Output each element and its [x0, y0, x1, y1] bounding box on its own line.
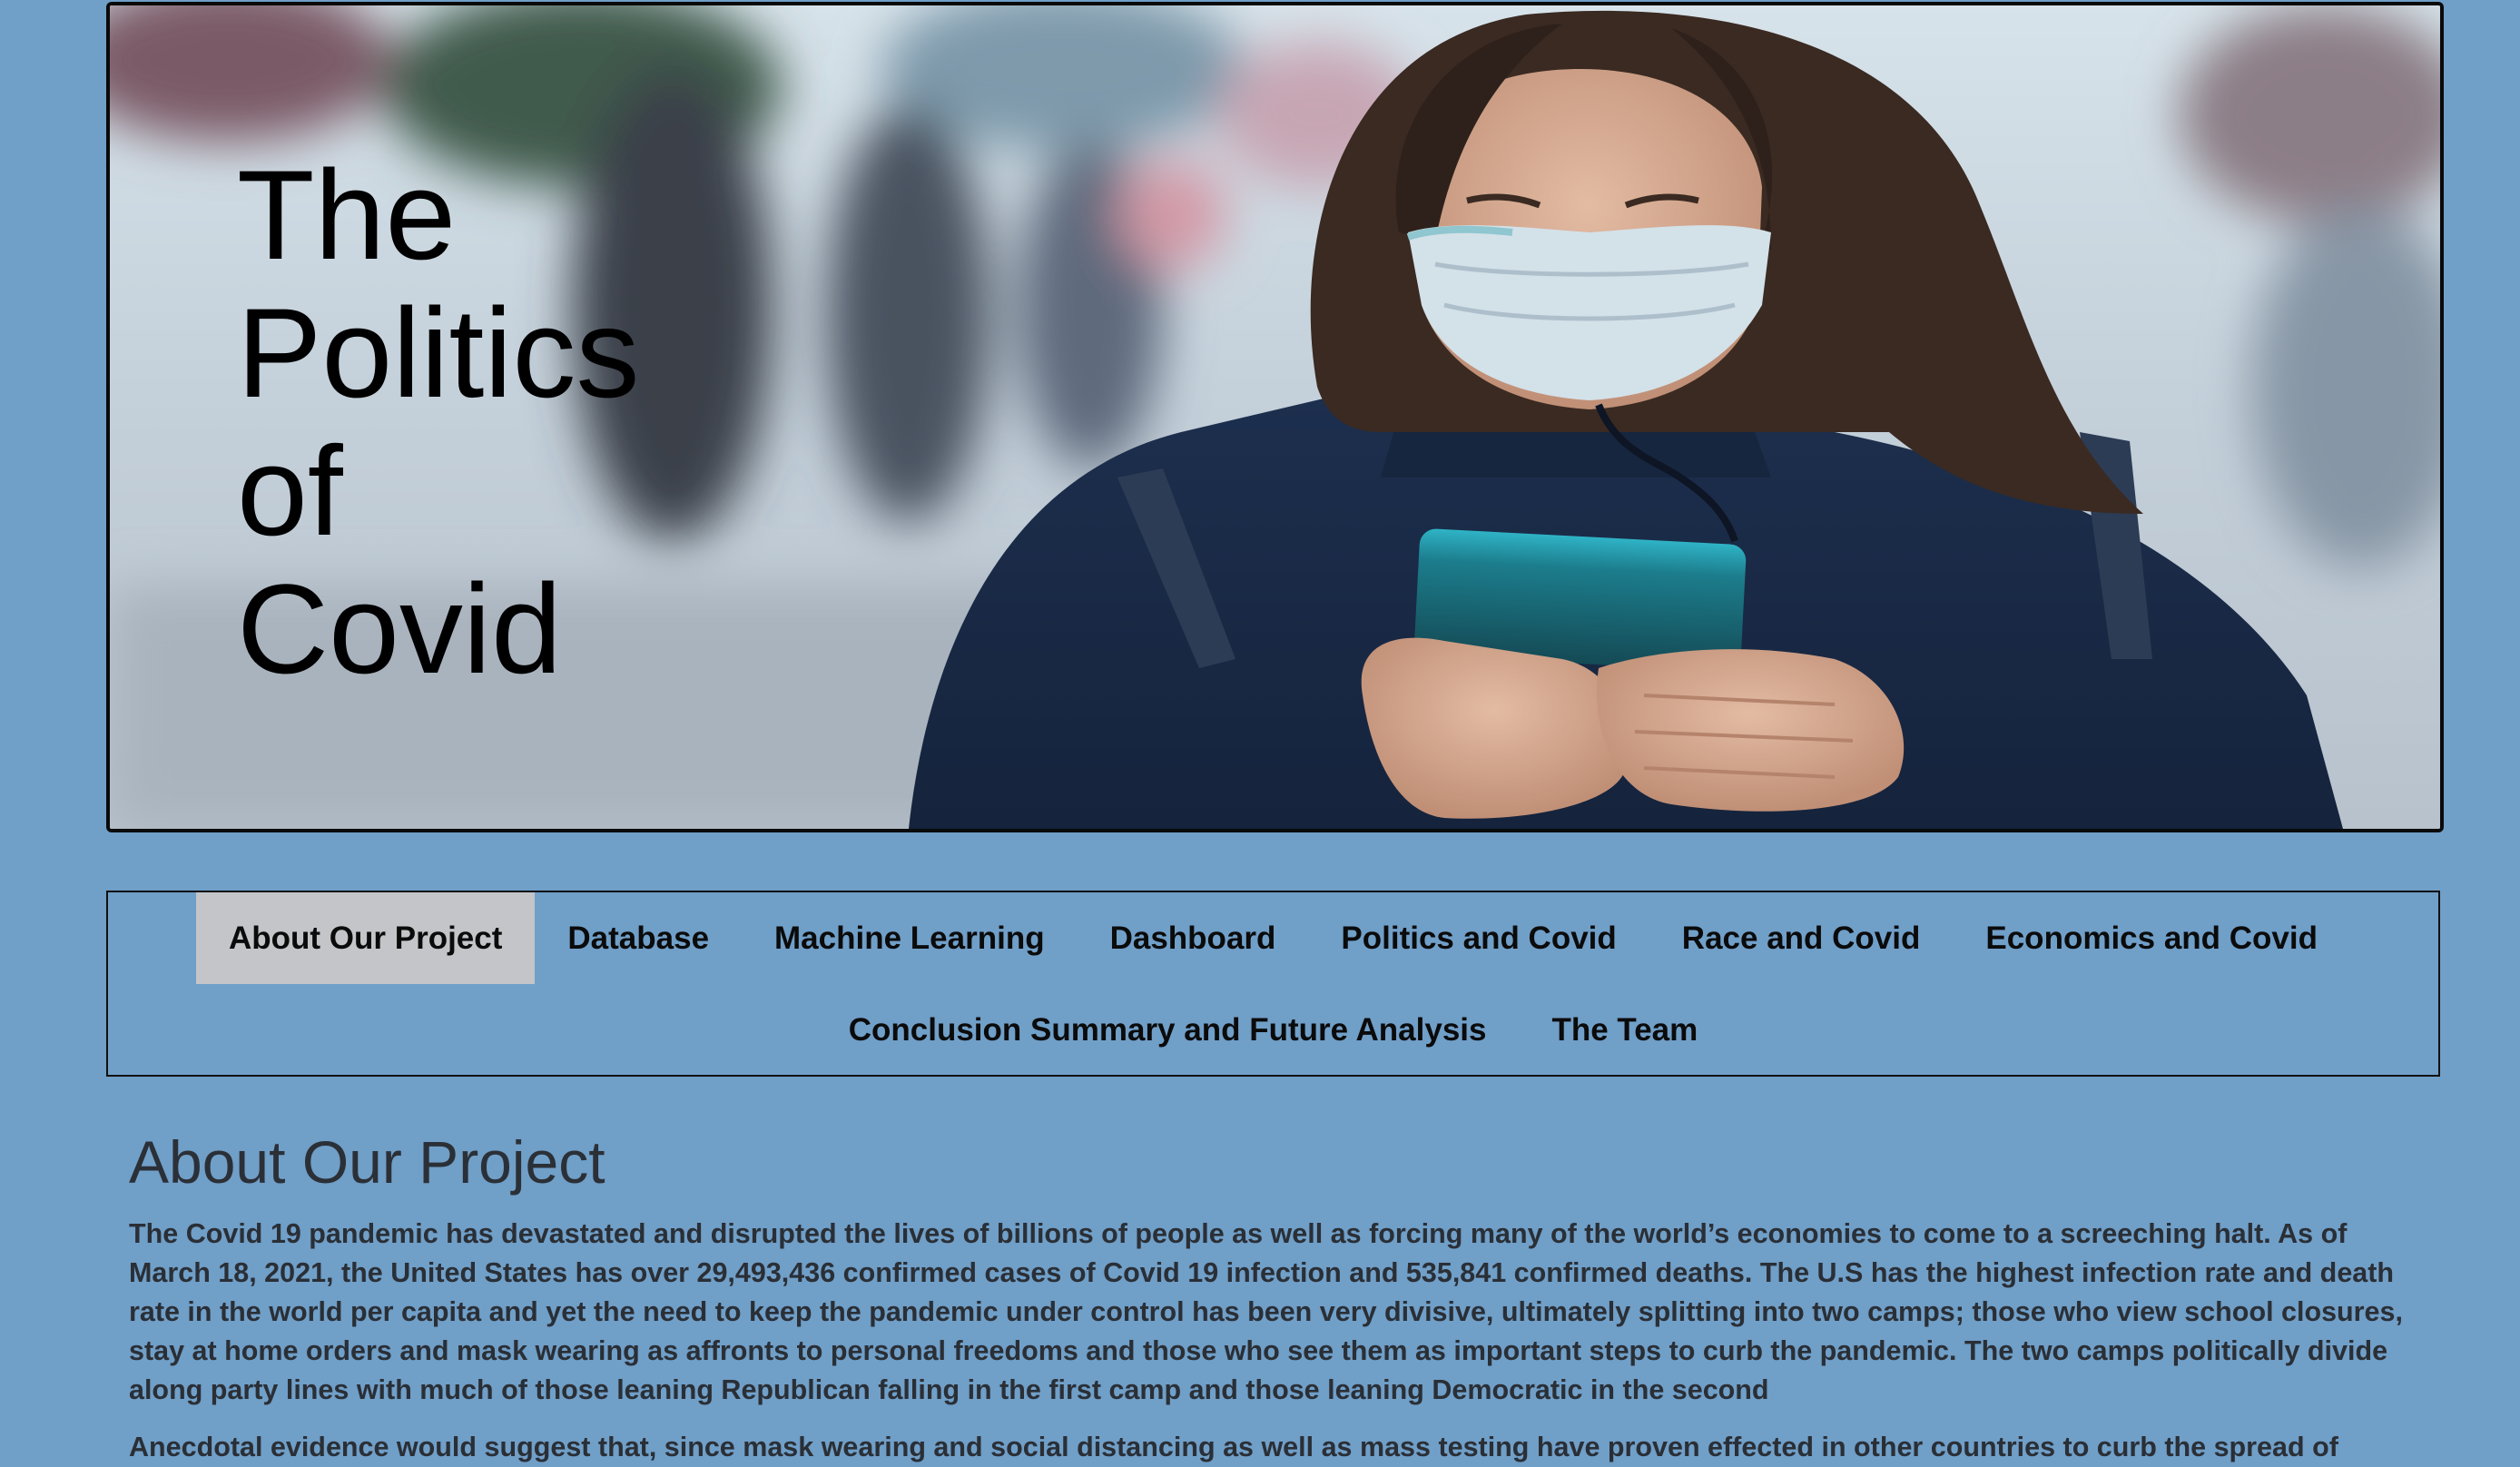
nav-item-the-team[interactable]: The Team: [1519, 984, 1730, 1076]
nav-item-economics-and-covid[interactable]: Economics and Covid: [1953, 892, 2350, 984]
hero-banner: The Politics of Covid: [106, 2, 2444, 832]
nav-row: Conclusion Summary and Future Analysis T…: [108, 984, 2438, 1076]
hero-title: The Politics of Covid: [237, 146, 639, 698]
hero-title-line: Covid: [237, 557, 562, 700]
page-heading: About Our Project: [129, 1128, 605, 1196]
second-paragraph: Anecdotal evidence would suggest that, s…: [129, 1432, 2338, 1462]
hero-title-line: The: [237, 143, 457, 286]
main-content: About Our Project The Covid 19 pandemic …: [129, 1126, 2435, 1467]
nav-item-about-our-project[interactable]: About Our Project: [195, 892, 536, 984]
main-nav: About Our Project Database Machine Learn…: [106, 891, 2440, 1077]
intro-paragraph: The Covid 19 pandemic has devastated and…: [129, 1218, 2403, 1405]
nav-item-machine-learning[interactable]: Machine Learning: [742, 892, 1078, 984]
nav-item-conclusion-summary[interactable]: Conclusion Summary and Future Analysis: [816, 984, 1520, 1076]
nav-item-race-and-covid[interactable]: Race and Covid: [1649, 892, 1954, 984]
nav-row: About Our Project Database Machine Learn…: [108, 892, 2438, 984]
hero-title-line: of: [237, 419, 343, 562]
hero-title-line: Politics: [237, 281, 640, 424]
nav-item-dashboard[interactable]: Dashboard: [1078, 892, 1309, 984]
nav-item-database[interactable]: Database: [535, 892, 742, 984]
nav-item-politics-and-covid[interactable]: Politics and Covid: [1308, 892, 1649, 984]
